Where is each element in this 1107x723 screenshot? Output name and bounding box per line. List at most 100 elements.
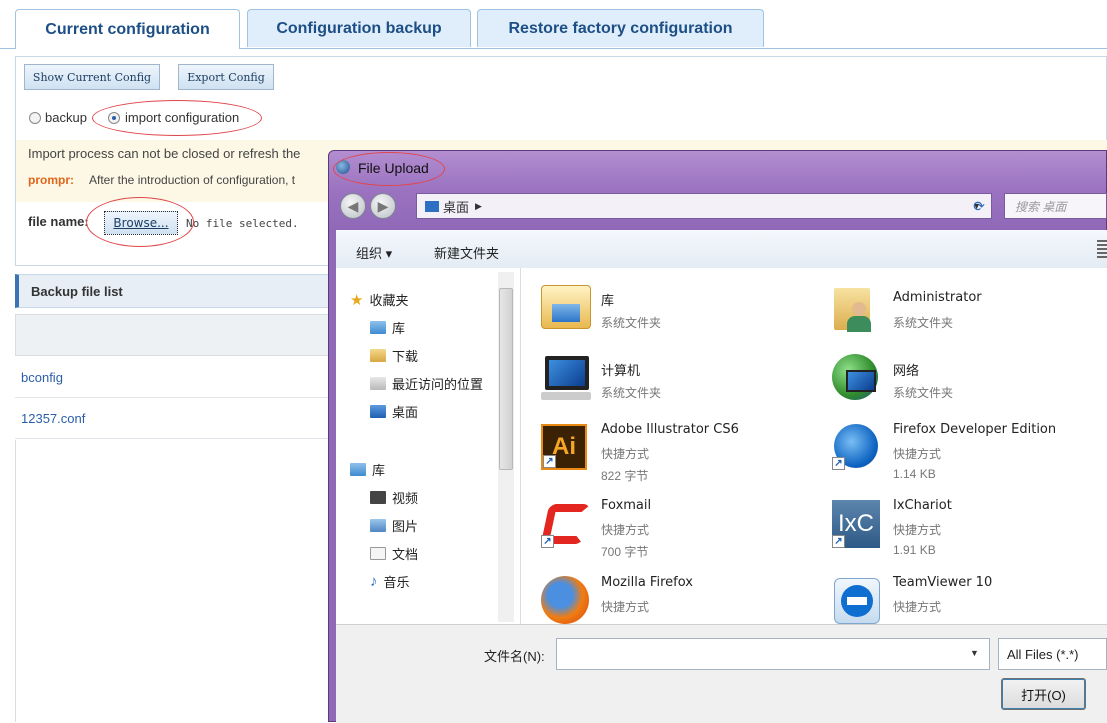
desktop-icon xyxy=(370,405,386,418)
button-label: Export Config xyxy=(187,70,265,84)
illustrator-icon: Ai ↗ xyxy=(541,424,587,470)
nav-lib-documents[interactable]: 文档 xyxy=(370,544,418,563)
item-title[interactable]: Adobe Illustrator CS6 xyxy=(601,422,739,437)
file-link[interactable]: 12357.conf xyxy=(21,411,85,426)
shortcut-arrow-icon: ↗ xyxy=(832,535,845,548)
nav-label: 收藏夹 xyxy=(369,293,409,308)
filename-input[interactable] xyxy=(556,638,990,670)
item-title[interactable]: Foxmail xyxy=(601,498,651,513)
folder-icon xyxy=(350,463,366,476)
prompt-text: After the introduction of configuration,… xyxy=(89,173,296,187)
item-size: 1.91 KB xyxy=(893,543,936,557)
nav-library[interactable]: 库 xyxy=(350,460,385,479)
nav-fav-desktop[interactable]: 桌面 xyxy=(370,402,418,421)
foxmail-icon: ↗ xyxy=(540,500,592,548)
item-title[interactable]: 网络 xyxy=(893,360,919,379)
nav-favorites[interactable]: ★ 收藏夹 xyxy=(350,290,408,309)
item-type: 快捷方式 xyxy=(893,447,942,461)
divider xyxy=(15,440,16,722)
nav-scroll-thumb[interactable] xyxy=(499,288,513,470)
chevron-down-icon[interactable]: ▼ xyxy=(970,648,979,658)
address-bar[interactable]: 桌面 ▶ ▼ xyxy=(416,193,992,219)
file-type-select[interactable]: All Files (*.*) xyxy=(998,638,1107,670)
item-type: 快捷方式 xyxy=(601,600,650,614)
radio-backup[interactable] xyxy=(29,112,41,124)
firefox-developer-icon: ↗ xyxy=(832,424,878,470)
shortcut-arrow-icon: ↗ xyxy=(541,535,554,548)
shortcut-arrow-icon: ↗ xyxy=(832,457,845,470)
tab-label: Current configuration xyxy=(45,20,210,38)
highlight-ellipse xyxy=(92,100,262,136)
new-folder-button[interactable]: 新建文件夹 xyxy=(434,243,499,262)
item-title[interactable]: Firefox Developer Edition xyxy=(893,422,1056,437)
music-icon: ♪ xyxy=(370,573,378,590)
button-label: 打开(O) xyxy=(1021,687,1066,703)
tab-current-configuration[interactable]: Current configuration xyxy=(15,9,240,49)
back-arrow-icon[interactable]: ◀ xyxy=(340,193,366,219)
tab-label: Configuration backup xyxy=(276,19,442,37)
download-folder-icon xyxy=(370,349,386,362)
network-icon xyxy=(832,354,882,402)
teamviewer-icon xyxy=(834,578,880,624)
tab-label: Restore factory configuration xyxy=(508,19,733,37)
item-title[interactable]: Mozilla Firefox xyxy=(601,575,693,590)
computer-icon xyxy=(541,356,591,402)
file-link[interactable]: bconfig xyxy=(21,370,63,385)
documents-icon xyxy=(370,547,386,560)
search-input[interactable]: 搜索 桌面 xyxy=(1004,193,1107,219)
tab-restore-factory[interactable]: Restore factory configuration xyxy=(477,9,764,47)
address-text: 桌面 xyxy=(443,199,470,215)
export-config-button[interactable]: Export Config xyxy=(178,64,274,90)
nav-label: 图片 xyxy=(392,519,419,534)
nav-label: 库 xyxy=(392,321,406,336)
folder-icon xyxy=(370,321,386,334)
shortcut-arrow-icon: ↗ xyxy=(543,455,556,468)
radio-backup-label: backup xyxy=(45,110,87,125)
star-icon: ★ xyxy=(350,291,364,309)
nav-fav-downloads[interactable]: 下载 xyxy=(370,346,418,365)
firefox-icon xyxy=(541,576,589,624)
nav-lib-videos[interactable]: 视频 xyxy=(370,488,418,507)
item-type: 快捷方式 xyxy=(893,523,942,537)
nav-label: 文档 xyxy=(392,547,419,562)
item-type: 系统文件夹 xyxy=(601,386,662,400)
item-size: 1.14 KB xyxy=(893,467,936,481)
button-label: Show Current Config xyxy=(32,70,152,84)
chevron-right-icon: ▶ xyxy=(475,200,482,211)
warning-text: Import process can not be closed or refr… xyxy=(28,146,301,161)
item-title[interactable]: 计算机 xyxy=(601,360,640,379)
item-title[interactable]: Administrator xyxy=(893,290,982,305)
highlight-ellipse xyxy=(333,152,445,186)
show-current-config-button[interactable]: Show Current Config xyxy=(24,64,160,90)
nav-lib-pictures[interactable]: 图片 xyxy=(370,516,418,535)
view-options-icon[interactable] xyxy=(1097,240,1107,258)
refresh-icon[interactable]: ⟳ xyxy=(966,193,992,219)
item-type: 快捷方式 xyxy=(601,523,650,537)
item-title[interactable]: 库 xyxy=(601,290,614,309)
file-name-label: file name: xyxy=(28,214,89,229)
open-button[interactable]: 打开(O) xyxy=(1001,678,1086,710)
organize-menu[interactable]: 组织 ▾ xyxy=(356,243,392,262)
item-title[interactable]: TeamViewer 10 xyxy=(893,575,992,590)
item-type: 系统文件夹 xyxy=(893,386,954,400)
backup-list-title: Backup file list xyxy=(31,283,123,299)
nav-label: 桌面 xyxy=(392,405,419,420)
nav-lib-music[interactable]: ♪ 音乐 xyxy=(370,572,410,591)
search-placeholder: 搜索 桌面 xyxy=(1015,199,1067,214)
pictures-icon xyxy=(370,519,386,532)
prompt-label: prompr: xyxy=(28,173,74,187)
user-folder-icon xyxy=(834,284,880,334)
nav-fav-library[interactable]: 库 xyxy=(370,318,405,337)
forward-arrow-icon[interactable]: ▶ xyxy=(370,193,396,219)
item-size: 700 字节 xyxy=(601,545,649,559)
tab-configuration-backup[interactable]: Configuration backup xyxy=(247,9,471,47)
video-icon xyxy=(370,491,386,504)
item-type: 系统文件夹 xyxy=(893,316,954,330)
nav-fav-recent[interactable]: 最近访问的位置 xyxy=(370,374,483,393)
filename-label: 文件名(N): xyxy=(484,649,545,664)
nav-label: 最近访问的位置 xyxy=(392,377,484,392)
nav-label: 库 xyxy=(372,463,386,478)
no-file-text: No file selected. xyxy=(186,217,299,230)
nav-label: 下载 xyxy=(392,349,419,364)
item-title[interactable]: IxChariot xyxy=(893,498,952,513)
